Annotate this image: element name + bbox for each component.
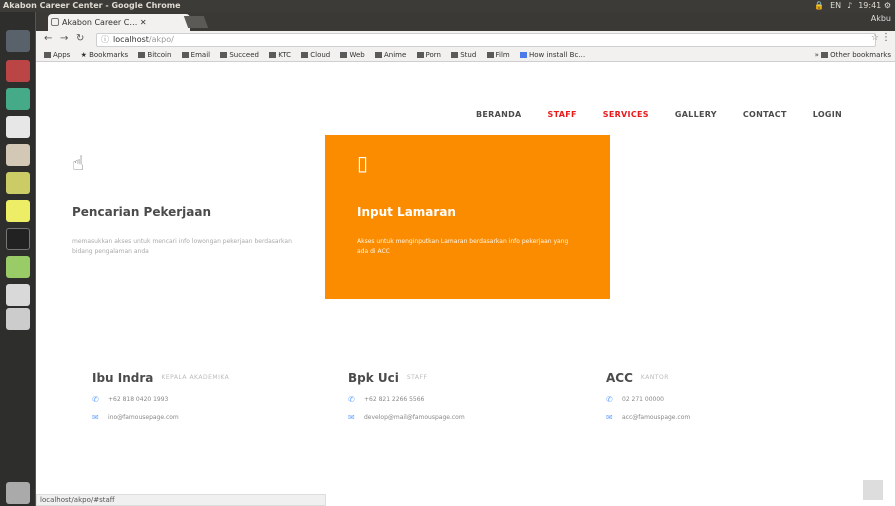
card-description: Akses untuk menginputkan Lamaran berdasa… bbox=[357, 238, 569, 255]
bookmark-item[interactable]: Porn bbox=[416, 49, 441, 61]
bookmark-item[interactable]: Succeed bbox=[220, 49, 259, 61]
address-host: localhost bbox=[113, 35, 149, 44]
system-tray: 🔒 EN ♪ 19:41 ⚙ bbox=[814, 0, 891, 12]
bookmark-item[interactable]: Anime bbox=[374, 49, 406, 61]
launcher-app-icon[interactable] bbox=[6, 88, 30, 110]
address-path: /akpo/ bbox=[148, 35, 174, 44]
nav-contact[interactable]: CONTACT bbox=[743, 110, 787, 119]
launcher-app2-icon[interactable] bbox=[6, 256, 30, 278]
bookmark-item[interactable]: Stud bbox=[451, 49, 476, 61]
contact-phone-row: ✆ +62 818 0420 1993 bbox=[92, 395, 302, 404]
web-page: BERANDA STAFF SERVICES GALLERY CONTACT L… bbox=[36, 62, 895, 506]
nav-gallery[interactable]: GALLERY bbox=[675, 110, 717, 119]
launcher-writer-icon[interactable] bbox=[6, 144, 30, 166]
contact-name: Bpk Uci bbox=[348, 371, 399, 385]
bookmark-item[interactable]: How install Bc… bbox=[519, 49, 585, 61]
tab-strip: Akabon Career C… ✕ Akbu bbox=[36, 12, 895, 31]
bookmark-star-icon[interactable]: ☆ bbox=[871, 33, 879, 43]
contact-email-row: ✉ develop@mail@famouspage.com bbox=[348, 413, 558, 422]
contact-phone[interactable]: +62 818 0420 1993 bbox=[108, 396, 168, 403]
bulb-icon: ☝ bbox=[72, 151, 85, 175]
nav-staff[interactable]: STAFF bbox=[548, 110, 577, 119]
contact-email[interactable]: develop@mail@famouspage.com bbox=[364, 414, 465, 421]
reload-icon[interactable]: ↻ bbox=[76, 33, 84, 44]
tray-sound-icon[interactable]: ♪ bbox=[847, 0, 852, 12]
contact-card: Bpk Uci STAFF ✆ +62 821 2266 5566 ✉ develop… bbox=[348, 367, 558, 422]
window-title: Akabon Career Center - Google Chrome bbox=[3, 1, 181, 10]
bookmark-item[interactable]: Bitcoin bbox=[138, 49, 171, 61]
status-bar-url: localhost/akpo/#staff bbox=[36, 494, 326, 506]
contact-phone[interactable]: +62 821 2266 5566 bbox=[364, 396, 424, 403]
contact-phone-row: ✆ +62 821 2266 5566 bbox=[348, 395, 558, 404]
bookmark-item[interactable]: Film bbox=[486, 49, 510, 61]
email-icon: ✉ bbox=[606, 413, 613, 422]
contact-phone-row: ✆ 02 271 00000 bbox=[606, 395, 816, 404]
launcher-trash-icon[interactable] bbox=[6, 482, 30, 504]
other-bookmarks[interactable]: » Other bookmarks bbox=[815, 49, 891, 61]
info-icon[interactable]: ⓘ bbox=[101, 34, 109, 46]
new-tab-button[interactable] bbox=[183, 16, 209, 28]
favicon-icon bbox=[51, 18, 59, 26]
tray-language-icon[interactable]: EN bbox=[830, 0, 841, 12]
contact-email[interactable]: ino@famousepage.com bbox=[108, 414, 179, 421]
launcher-dash-icon[interactable] bbox=[6, 30, 30, 52]
bookmarks-bar: Apps ★ Bookmarks Bitcoin Email Succeed K… bbox=[36, 49, 895, 62]
card-title: Input Lamaran bbox=[357, 205, 456, 219]
contact-name: ACC bbox=[606, 371, 633, 385]
contact-phone[interactable]: 02 271 00000 bbox=[622, 396, 664, 403]
phone-icon: ✆ bbox=[348, 395, 355, 404]
browser-chrome: Akabon Career C… ✕ Akbu ← → ↻ ⓘ localhos… bbox=[36, 12, 895, 62]
toolbar: ← → ↻ ⓘ localhost/akpo/ ☆ ⋮ bbox=[36, 31, 895, 49]
contact-role: STAFF bbox=[406, 374, 428, 381]
scroll-to-top-button[interactable] bbox=[863, 480, 883, 500]
browser-tab[interactable]: Akabon Career C… ✕ bbox=[48, 14, 190, 31]
profile-button[interactable]: Akbu bbox=[871, 14, 891, 23]
bookmark-item[interactable]: ★ Bookmarks bbox=[81, 49, 129, 61]
bookmark-item[interactable]: Web bbox=[340, 49, 365, 61]
launcher-files-icon[interactable] bbox=[6, 60, 30, 82]
email-icon: ✉ bbox=[348, 413, 355, 422]
bookmark-item[interactable]: Cloud bbox=[301, 49, 330, 61]
back-arrow-icon[interactable]: ← bbox=[44, 33, 52, 44]
contact-card: Ibu Indra KEPALA AKADEMIKA ✆ +62 818 0420 … bbox=[92, 367, 302, 422]
tray-lock-icon[interactable]: 🔒 bbox=[814, 0, 824, 12]
launcher-terminal-icon[interactable] bbox=[6, 228, 30, 250]
bookmark-apps[interactable]: Apps bbox=[44, 49, 70, 61]
launcher-app3-icon[interactable] bbox=[6, 284, 30, 306]
contact-email[interactable]: acc@famouspage.com bbox=[622, 414, 690, 421]
nav-beranda[interactable]: BERANDA bbox=[476, 110, 522, 119]
nav-services[interactable]: SERVICES bbox=[603, 110, 649, 119]
launcher-chrome-icon[interactable] bbox=[6, 200, 30, 222]
card-description: memasukkan akses untuk mencari info lowo… bbox=[72, 238, 292, 255]
tray-clock[interactable]: 19:41 ⚙ bbox=[858, 0, 891, 12]
contact-name: Ibu Indra bbox=[92, 371, 154, 385]
apps-grid-icon bbox=[44, 52, 51, 58]
card-title: Pencarian Pekerjaan bbox=[72, 205, 212, 219]
phone-icon: ✆ bbox=[92, 395, 99, 404]
nav-login[interactable]: LOGIN bbox=[813, 110, 842, 119]
launcher-doc-icon[interactable] bbox=[6, 116, 30, 138]
document-icon: ▯ bbox=[357, 151, 369, 175]
service-card[interactable]: ☝ Pencarian Pekerjaan memasukkan akses u… bbox=[40, 135, 325, 299]
contact-role: KANTOR bbox=[640, 374, 669, 381]
bookmark-item[interactable]: KTC bbox=[269, 49, 291, 61]
launcher-app4-icon[interactable] bbox=[6, 308, 30, 330]
contact-email-row: ✉ acc@famouspage.com bbox=[606, 413, 816, 422]
service-card-highlighted[interactable]: ▯ Input Lamaran Akses untuk menginputkan… bbox=[325, 135, 610, 299]
phone-icon: ✆ bbox=[606, 395, 613, 404]
email-icon: ✉ bbox=[92, 413, 99, 422]
site-nav: BERANDA STAFF SERVICES GALLERY CONTACT L… bbox=[476, 110, 842, 119]
contact-card: ACC KANTOR ✆ 02 271 00000 ✉ acc@famouspage.… bbox=[606, 367, 816, 422]
launcher-calc-icon[interactable] bbox=[6, 172, 30, 194]
contact-role: KEPALA AKADEMIKA bbox=[161, 374, 230, 381]
menu-kebab-icon[interactable]: ⋮ bbox=[881, 32, 891, 43]
bookmark-item[interactable]: Email bbox=[181, 49, 210, 61]
unity-launcher bbox=[0, 12, 36, 506]
tab-label: Akabon Career C… ✕ bbox=[62, 18, 147, 27]
contact-email-row: ✉ ino@famousepage.com bbox=[92, 413, 302, 422]
system-top-bar: Akabon Career Center - Google Chrome 🔒 E… bbox=[0, 0, 895, 12]
forward-arrow-icon[interactable]: → bbox=[60, 33, 68, 44]
address-bar[interactable]: ⓘ localhost/akpo/ bbox=[96, 33, 876, 47]
